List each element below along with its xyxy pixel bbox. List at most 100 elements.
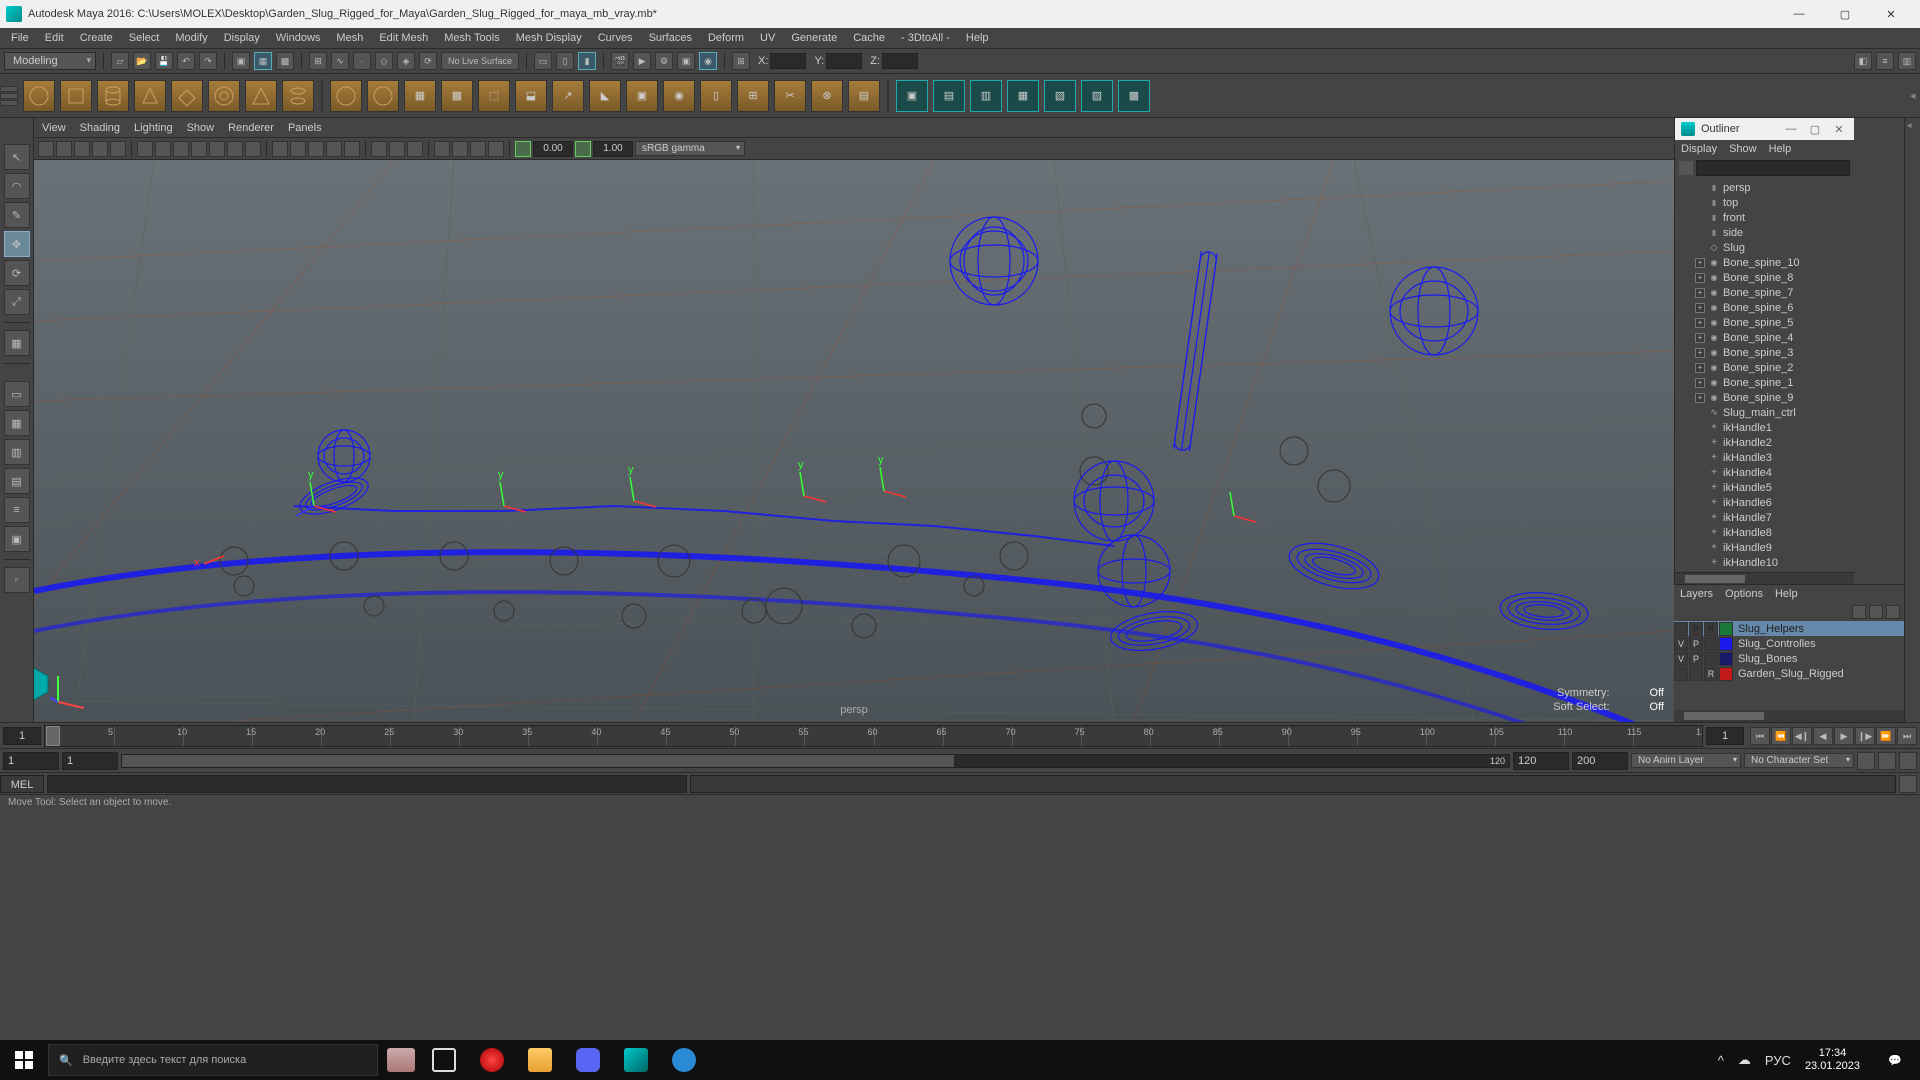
shelf-extrude-icon[interactable]: ↗ [552, 80, 584, 112]
play-fwd-icon[interactable]: ▶ [1834, 727, 1854, 745]
menu-display[interactable]: Display [217, 30, 267, 46]
outliner-item[interactable]: +Bone_spine_6 [1675, 300, 1854, 315]
layer-vis-toggle[interactable] [1674, 622, 1688, 636]
new-scene-icon[interactable]: ▱ [111, 52, 129, 70]
tray-lang-indicator[interactable]: РУС [1765, 1053, 1791, 1068]
paint-select-tool-icon[interactable]: ✎ [4, 202, 30, 228]
outliner-item[interactable]: +Bone_spine_2 [1675, 360, 1854, 375]
layers-move-up-icon[interactable] [1852, 605, 1866, 619]
layers-move-down-icon[interactable] [1869, 605, 1883, 619]
layer-ref-toggle[interactable]: R [1704, 667, 1718, 681]
snap-grid-icon[interactable]: ⊞ [309, 52, 327, 70]
shelf-disc-icon[interactable] [330, 80, 362, 112]
go-start-icon[interactable]: ⏮ [1750, 727, 1770, 745]
outliner-item[interactable]: ikHandle5 [1675, 480, 1854, 495]
outliner-item[interactable]: +Bone_spine_3 [1675, 345, 1854, 360]
vp-shadows-icon[interactable] [344, 141, 360, 157]
vp-menu-renderer[interactable]: Renderer [228, 122, 274, 134]
shelf-plane-icon[interactable] [171, 80, 203, 112]
menu-edit[interactable]: Edit [38, 30, 71, 46]
step-fwd-icon[interactable]: ❙▶ [1855, 727, 1875, 745]
menu-set-selector[interactable]: Modeling [4, 52, 96, 70]
menu-3dtoall[interactable]: - 3DtoAll - [894, 30, 957, 46]
outliner-menu-help[interactable]: Help [1769, 143, 1792, 155]
layers-list[interactable]: PRSlug_HelpersVPSlug_ControllesVPSlug_Bo… [1674, 621, 1904, 710]
vp-wireframe-icon[interactable] [272, 141, 288, 157]
snap-view-icon[interactable]: ⟳ [419, 52, 437, 70]
shelf-custom-5-icon[interactable]: ▧ [1044, 80, 1076, 112]
maximize-button[interactable]: ▢ [1822, 0, 1868, 28]
vp-aa-icon[interactable] [470, 141, 486, 157]
shelf-custom-4-icon[interactable]: ▦ [1007, 80, 1039, 112]
menu-deform[interactable]: Deform [701, 30, 751, 46]
vp-menu-shading[interactable]: Shading [80, 122, 120, 134]
layers-h-scrollbar[interactable] [1674, 710, 1904, 722]
outliner-item[interactable]: front [1675, 210, 1854, 225]
outliner-item[interactable]: ikHandle2 [1675, 435, 1854, 450]
layer-ref-toggle[interactable]: R [1704, 622, 1718, 636]
prefs-icon[interactable] [1899, 752, 1917, 770]
shelf-type-icon[interactable]: ▦ [404, 80, 436, 112]
shelf-svg-icon[interactable]: ▩ [441, 80, 473, 112]
layers-menu-options[interactable]: Options [1725, 588, 1763, 600]
rotate-tool-icon[interactable]: ⟳ [4, 260, 30, 286]
redo-icon[interactable]: ↷ [199, 52, 217, 70]
taskbar-app-icon[interactable] [660, 1040, 708, 1080]
render-view-icon[interactable]: ▣ [677, 52, 695, 70]
layer-color-swatch[interactable] [1719, 622, 1733, 636]
outliner-item[interactable]: +Bone_spine_4 [1675, 330, 1854, 345]
time-ruler[interactable]: 5101520253035404550556065707580859095100… [44, 725, 1703, 747]
tray-notifications-icon[interactable]: 💬 [1874, 1040, 1916, 1080]
shelf-custom-2-icon[interactable]: ▤ [933, 80, 965, 112]
range-out-field[interactable]: 120 [1513, 752, 1569, 770]
shelf-platonic-icon[interactable] [367, 80, 399, 112]
time-cursor[interactable] [46, 726, 60, 746]
menu-edit-mesh[interactable]: Edit Mesh [372, 30, 435, 46]
layout-custom-icon[interactable]: ▤ [4, 468, 30, 494]
shelf-pyramid-icon[interactable] [245, 80, 277, 112]
outliner-search-input[interactable] [1696, 160, 1850, 176]
step-back-icon[interactable]: ◀❙ [1792, 727, 1812, 745]
coord-x-input[interactable] [770, 53, 806, 69]
layer-vis-toggle[interactable]: V [1674, 637, 1688, 651]
layer-ref-toggle[interactable] [1704, 652, 1718, 666]
shelf-append-icon[interactable]: ⊞ [737, 80, 769, 112]
outliner-item[interactable]: +Bone_spine_5 [1675, 315, 1854, 330]
outliner-maximize-icon[interactable]: ▢ [1806, 123, 1824, 136]
vp-textured-icon[interactable] [308, 141, 324, 157]
outliner-search-icon[interactable] [1679, 161, 1693, 175]
layer-playback-toggle[interactable] [1689, 667, 1703, 681]
layout-persp-icon[interactable]: ▣ [4, 526, 30, 552]
vp-xray-icon[interactable] [389, 141, 405, 157]
live-surface-label[interactable]: No Live Surface [441, 52, 519, 70]
vp-res-gate-icon[interactable] [173, 141, 189, 157]
toggle-panel-icon[interactable]: ▥ [1898, 52, 1916, 70]
scale-tool-icon[interactable]: ⤢ [4, 289, 30, 315]
vp-colorspace-select[interactable]: sRGB gamma [635, 141, 745, 156]
tray-clock[interactable]: 17:3423.01.2023 [1805, 1047, 1860, 1073]
cmd-input[interactable] [47, 775, 687, 793]
script-editor-icon[interactable] [1899, 775, 1917, 793]
outliner-item[interactable]: persp [1675, 180, 1854, 195]
vp-menu-show[interactable]: Show [187, 122, 215, 134]
layer-color-swatch[interactable] [1719, 652, 1733, 666]
save-scene-icon[interactable]: 💾 [155, 52, 173, 70]
taskbar-opera-icon[interactable] [468, 1040, 516, 1080]
menu-mesh[interactable]: Mesh [329, 30, 370, 46]
vp-exposure-icon[interactable] [515, 141, 531, 157]
shelf-target-weld-icon[interactable]: ⊗ [811, 80, 843, 112]
vp-motion-blur-icon[interactable] [452, 141, 468, 157]
vp-ao-icon[interactable] [434, 141, 450, 157]
layout-icon[interactable]: ⊞ [732, 52, 750, 70]
menu-cache[interactable]: Cache [846, 30, 892, 46]
vp-image-plane-icon[interactable] [74, 141, 90, 157]
shelf-cylinder-icon[interactable] [97, 80, 129, 112]
vp-xray-joints-icon[interactable] [407, 141, 423, 157]
last-tool-icon[interactable]: ▦ [4, 330, 30, 356]
outliner-minimize-icon[interactable]: — [1782, 123, 1800, 135]
vp-grease-icon[interactable] [110, 141, 126, 157]
vp-gamma-value[interactable]: 1.00 [593, 141, 633, 157]
vp-shaded-icon[interactable] [290, 141, 306, 157]
shelf-custom-7-icon[interactable]: ▩ [1118, 80, 1150, 112]
vp-exposure-value[interactable]: 0.00 [533, 141, 573, 157]
